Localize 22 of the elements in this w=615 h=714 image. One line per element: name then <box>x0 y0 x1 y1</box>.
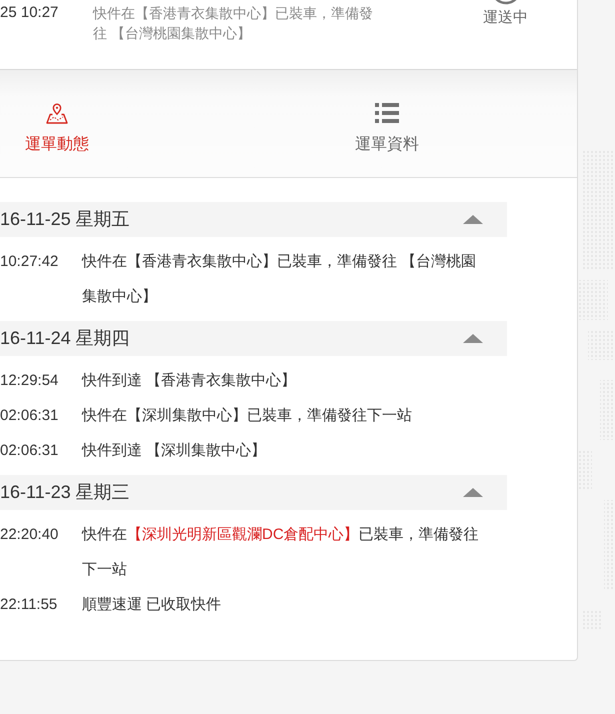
date-header[interactable]: 16-11-25 星期五 <box>0 202 507 237</box>
summary-description: 快件在【香港青衣集散中心】已裝車，準備發往 【台灣桃園集散中心】 <box>93 4 374 43</box>
tab[interactable]: 運單動態 <box>0 101 114 156</box>
date-header[interactable]: 16-11-23 星期三 <box>0 475 507 510</box>
event-time: 10:27:42 <box>0 252 60 272</box>
event-description: 順豐速運 已收取快件 <box>82 595 222 615</box>
summary-time: 25 10:27 <box>0 3 60 23</box>
event-description: 快件到達 【深圳集散中心】 <box>82 441 268 461</box>
list-icon <box>375 103 399 123</box>
event-description: 快件在【香港青衣集散中心】已裝車，準備發往 【台灣桃園集散中心】 <box>82 252 478 307</box>
shipment-status: 運送中 <box>483 8 528 28</box>
event-time: 02:06:31 <box>0 441 60 461</box>
event-time: 22:20:40 <box>0 525 60 545</box>
event-time: 12:29:54 <box>0 371 60 391</box>
tab[interactable]: 運單資料 <box>330 101 444 156</box>
event-time: 22:11:55 <box>0 595 58 615</box>
event-description: 快件在【深圳集散中心】已裝車，準備發往下一站 <box>82 406 413 426</box>
event-time: 02:06:31 <box>0 406 60 426</box>
date-header[interactable]: 16-11-24 星期四 <box>0 321 507 356</box>
event-description: 快件在【深圳光明新區觀瀾DC倉配中心】已裝車，準備發往下一站 <box>82 525 480 580</box>
map-pin-icon <box>46 102 68 124</box>
event-description: 快件到達 【香港青衣集散中心】 <box>82 371 298 391</box>
